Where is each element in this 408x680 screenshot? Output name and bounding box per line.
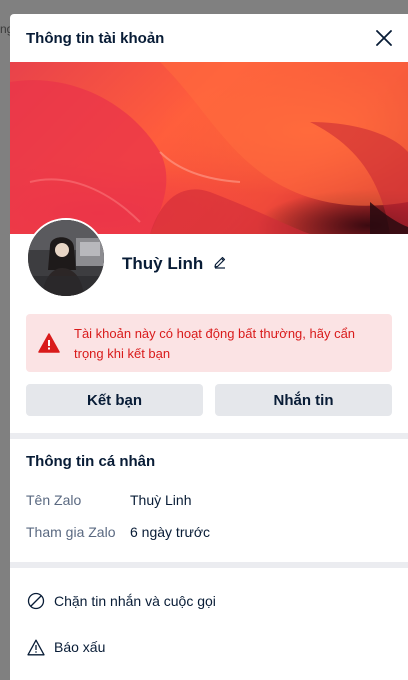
menu-item-label: Báo xấu — [54, 639, 106, 655]
close-icon — [376, 30, 392, 46]
unusual-activity-warning: Tài khoản này có hoạt động bất thường, h… — [26, 314, 392, 372]
personal-info-title: Thông tin cá nhân — [26, 453, 156, 470]
warning-triangle-icon — [38, 333, 60, 358]
personal-info-section: Thông tin cá nhân Tên Zalo Thuỳ Linh Tha… — [10, 439, 408, 556]
options-menu: Chặn tin nhắn và cuộc gọi Báo xấu — [10, 568, 408, 670]
block-messages-calls-item[interactable]: Chặn tin nhắn và cuộc gọi — [10, 578, 408, 624]
warning-text: Tài khoản này có hoạt động bất thường, h… — [74, 326, 356, 361]
info-label: Tham gia Zalo — [26, 524, 116, 540]
action-buttons: Kết bạn Nhắn tin — [26, 384, 392, 416]
info-row-joined: Tham gia Zalo 6 ngày trước — [26, 516, 392, 548]
report-item[interactable]: Báo xấu — [10, 624, 408, 670]
warning-triangle-icon — [26, 637, 46, 657]
modal-header: Thông tin tài khoản — [10, 14, 408, 62]
background-text-fragment: ng — [0, 22, 10, 36]
block-icon — [26, 591, 46, 611]
avatar-photo — [28, 220, 104, 296]
info-value: 6 ngày trước — [130, 524, 211, 540]
info-row-zalo-name: Tên Zalo Thuỳ Linh — [26, 484, 392, 516]
message-button[interactable]: Nhắn tin — [215, 384, 392, 416]
avatar[interactable] — [26, 218, 106, 298]
cover-photo-image — [10, 62, 408, 234]
profile-row: Thuỳ Linh — [10, 218, 408, 314]
edit-name-button[interactable] — [212, 254, 228, 270]
menu-item-label: Chặn tin nhắn và cuộc gọi — [54, 593, 216, 609]
profile-name: Thuỳ Linh — [122, 254, 204, 273]
cover-photo[interactable] — [10, 62, 408, 234]
add-friend-button[interactable]: Kết bạn — [26, 384, 203, 416]
pencil-icon — [214, 256, 226, 269]
info-label: Tên Zalo — [26, 492, 82, 508]
account-info-modal: Thông tin tài khoản Thuỳ Linh Tài khoản … — [10, 14, 408, 680]
info-value: Thuỳ Linh — [130, 492, 192, 508]
close-button[interactable] — [372, 26, 396, 50]
modal-title: Thông tin tài khoản — [26, 29, 165, 47]
